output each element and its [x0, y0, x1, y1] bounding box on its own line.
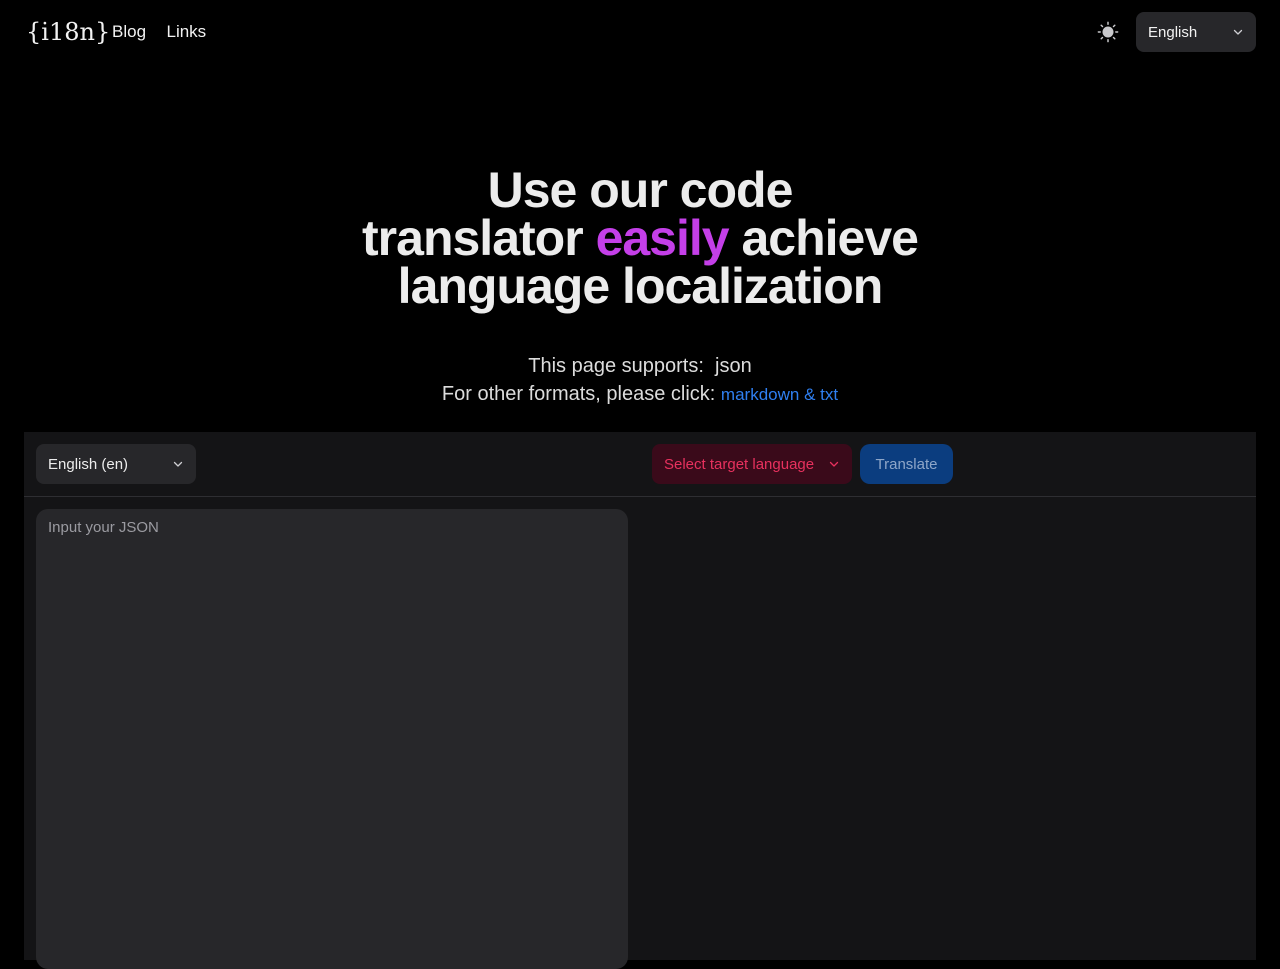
markdown-txt-link[interactable]: markdown & txt	[721, 385, 838, 404]
sun-icon	[1097, 21, 1119, 43]
header-actions: English	[1096, 12, 1256, 52]
chevron-down-icon	[1233, 29, 1243, 35]
translate-button[interactable]: Translate	[860, 444, 953, 484]
theme-toggle-button[interactable]	[1096, 20, 1120, 44]
hero: Use our code translator easily achieve l…	[0, 165, 1280, 311]
header: {i18n} Blog Links English	[0, 0, 1280, 64]
json-input-panel	[36, 509, 628, 969]
main-nav: Blog Links	[112, 22, 222, 42]
translator-toolbar: English (en) Select target language Tran…	[24, 432, 1256, 497]
nav-blog[interactable]: Blog	[112, 22, 146, 41]
target-language-placeholder: Select target language	[664, 455, 815, 473]
target-language-select[interactable]: Select target language	[652, 444, 852, 484]
chevron-down-icon	[829, 461, 839, 467]
nav-links[interactable]: Links	[166, 22, 206, 41]
other-formats-line: For other formats, please click: markdow…	[0, 380, 1280, 409]
site-language-select[interactable]: English	[1136, 12, 1256, 52]
hero-title: Use our code translator easily achieve l…	[0, 165, 1280, 311]
other-formats-prefix: For other formats, please click:	[441, 383, 716, 405]
format-support-info: This page supports: json For other forma…	[0, 352, 1280, 409]
site-language-value: English	[1148, 23, 1198, 41]
source-language-value: English (en)	[48, 455, 129, 473]
translation-output-panel	[640, 509, 1256, 960]
json-input[interactable]	[48, 519, 616, 959]
source-language-select[interactable]: English (en)	[36, 444, 196, 484]
site-logo[interactable]: {i18n}	[26, 18, 110, 46]
chevron-down-icon	[173, 461, 183, 467]
translator-workspace: English (en) Select target language Tran…	[24, 432, 1256, 969]
hero-line-3: language localization	[397, 258, 884, 314]
supported-format-text: This page supports: json	[528, 355, 752, 377]
